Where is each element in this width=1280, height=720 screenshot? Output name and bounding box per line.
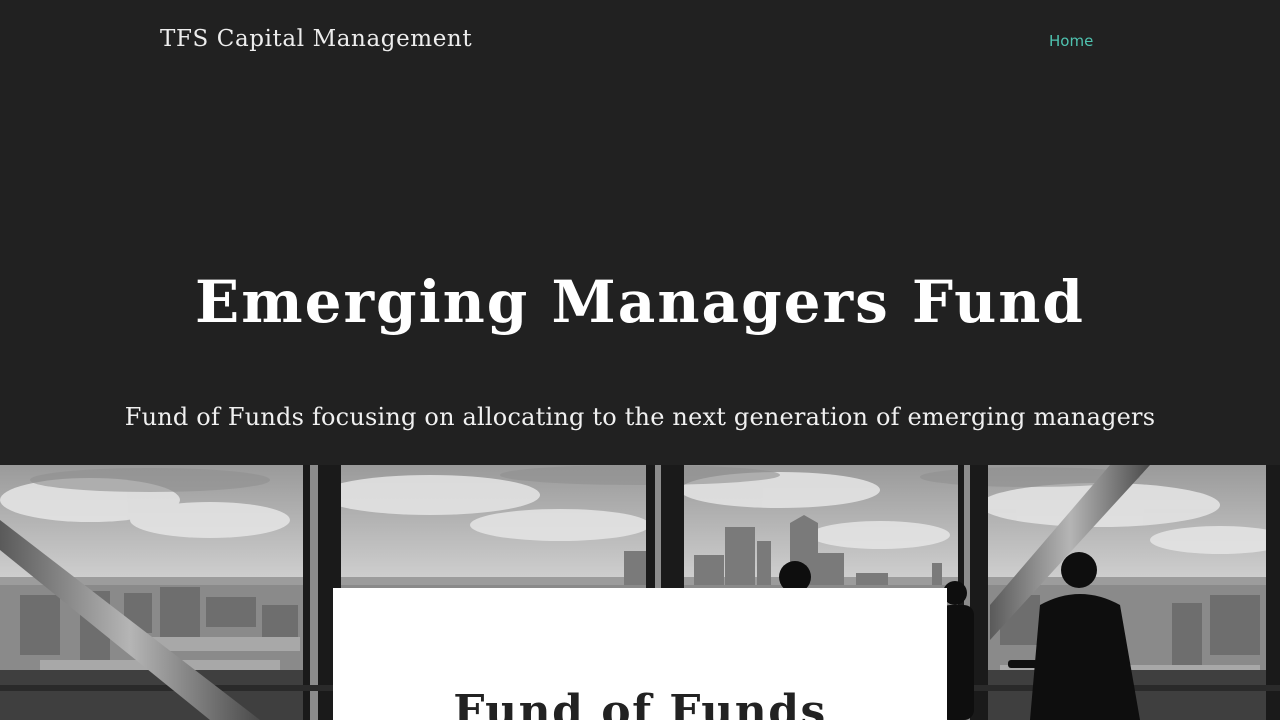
fund-of-funds-card: Fund of Funds	[333, 588, 947, 720]
hero-subtitle: Fund of Funds focusing on allocating to …	[124, 403, 1156, 431]
card-title: Fund of Funds	[453, 686, 827, 720]
header-section: TFS Capital Management Home Emerging Man…	[0, 0, 1280, 465]
hero-title: Emerging Managers Fund	[195, 268, 1085, 336]
site-brand[interactable]: TFS Capital Management	[160, 26, 472, 52]
nav-home-link[interactable]: Home	[1049, 32, 1093, 50]
